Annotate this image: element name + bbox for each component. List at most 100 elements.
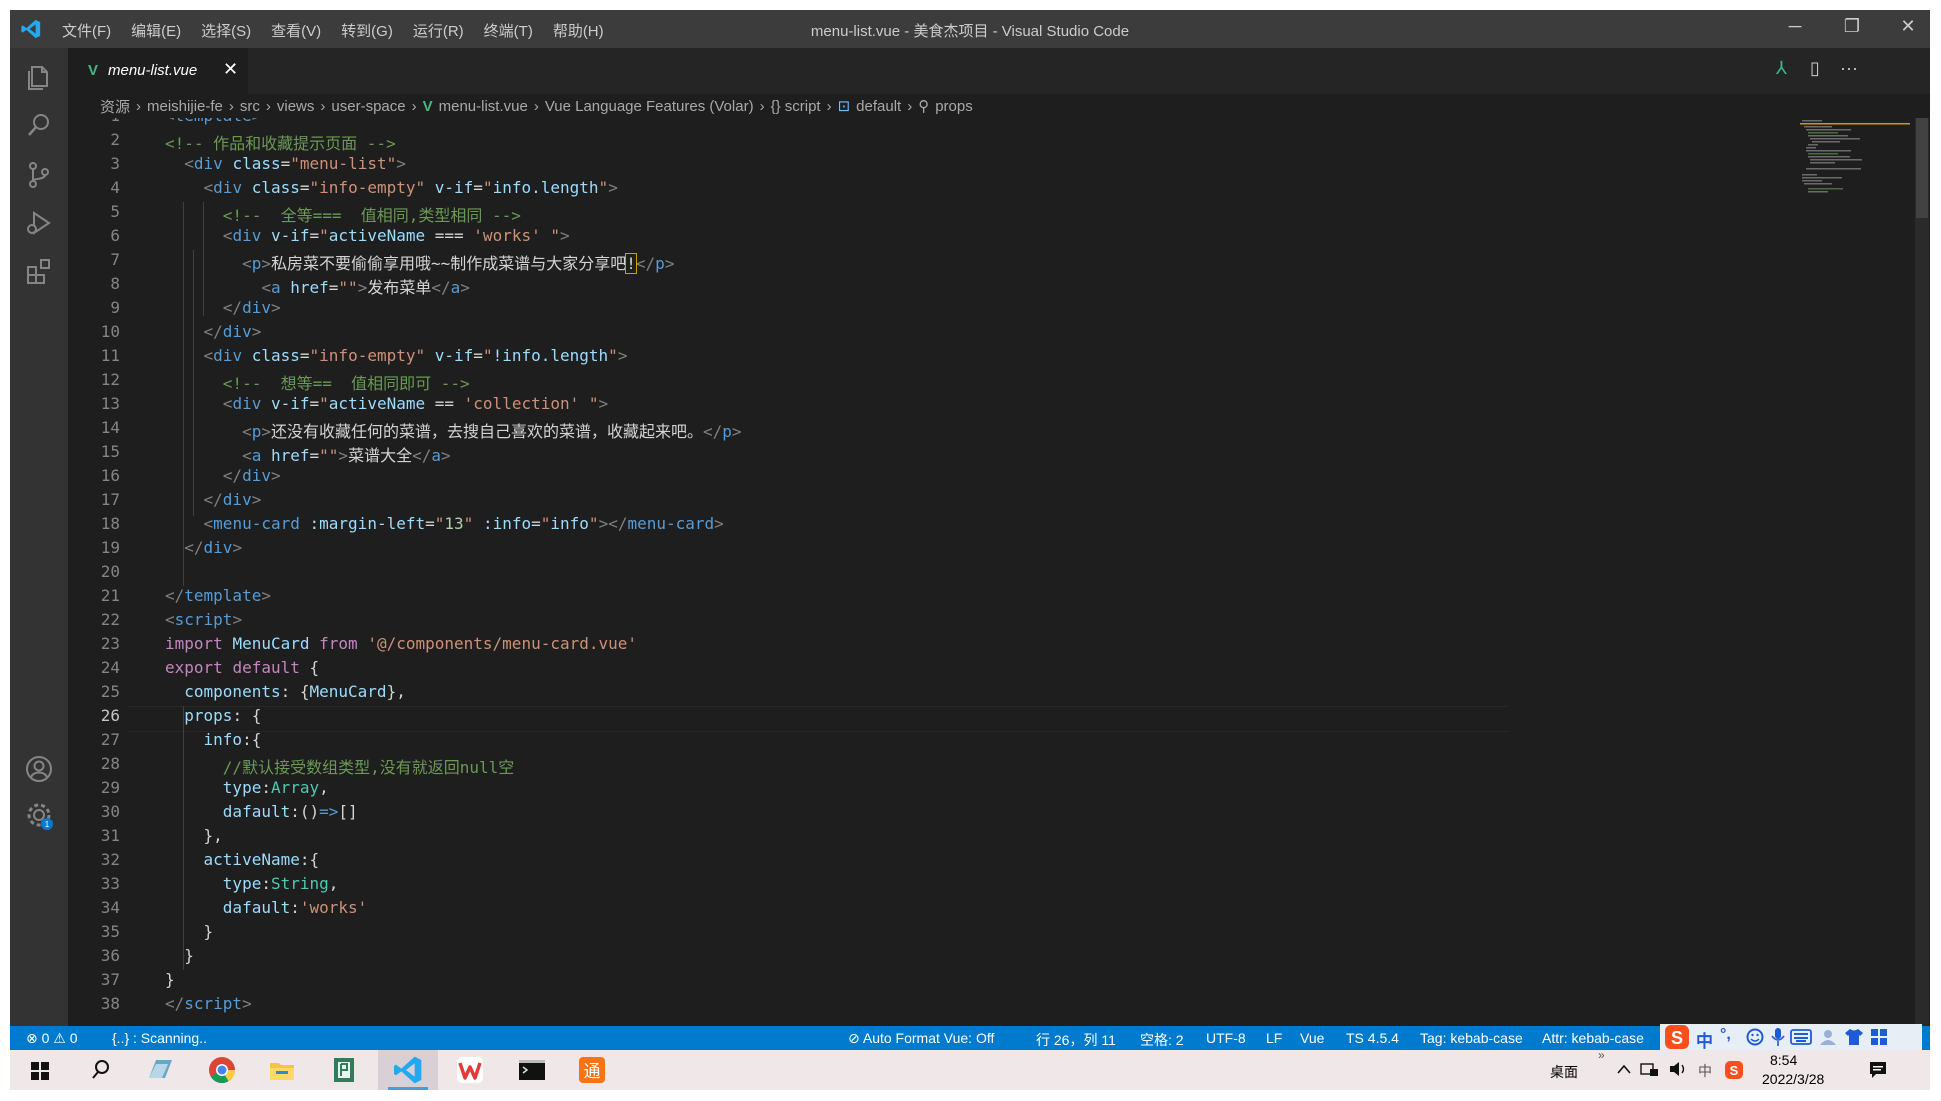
- ime-lang[interactable]: 中: [1696, 1027, 1713, 1052]
- account-icon[interactable]: [24, 754, 54, 784]
- code-line[interactable]: 12 <!-- 想等== 值相同即可 -->: [68, 370, 1508, 394]
- code-line[interactable]: 18 <menu-card :margin-left="13" :info="i…: [68, 514, 1508, 538]
- chrome-icon[interactable]: [206, 1054, 238, 1086]
- desktop-label[interactable]: 桌面: [1550, 1062, 1578, 1082]
- ime-punct[interactable]: °,: [1720, 1026, 1731, 1044]
- taskbar-search-icon[interactable]: [84, 1054, 116, 1086]
- code-line[interactable]: 13 <div v-if="activeName == 'collection'…: [68, 394, 1508, 418]
- code-line[interactable]: 33 type:String,: [68, 874, 1508, 898]
- code-line[interactable]: 31 },: [68, 826, 1508, 850]
- skin-shirt-icon[interactable]: [1844, 1028, 1864, 1046]
- file-explorer-icon[interactable]: [266, 1054, 298, 1086]
- source-control-icon[interactable]: [24, 160, 54, 190]
- code-line[interactable]: 22 <script>: [68, 610, 1508, 634]
- code-line[interactable]: 36 }: [68, 946, 1508, 970]
- volume-icon[interactable]: [1668, 1061, 1688, 1077]
- toolbox-grid-icon[interactable]: [1870, 1028, 1888, 1046]
- indent-spaces[interactable]: 空格: 2: [1140, 1030, 1184, 1050]
- breadcrumb-file[interactable]: menu-list.vue: [439, 98, 528, 115]
- code-line[interactable]: 21 </template>: [68, 586, 1508, 610]
- notification-icon[interactable]: [1868, 1060, 1888, 1080]
- windows-start-icon[interactable]: [24, 1054, 56, 1086]
- code-line[interactable]: 3 <div class="menu-list">: [68, 154, 1508, 178]
- cursor-position[interactable]: 行 26，列 11: [1036, 1030, 1116, 1050]
- tab-menu-list-vue[interactable]: V menu-list.vue ✕: [68, 48, 248, 94]
- breadcrumb-item[interactable]: user-space: [331, 98, 405, 115]
- code-line[interactable]: 27 info:{: [68, 730, 1508, 754]
- close-tab-icon[interactable]: ✕: [223, 59, 238, 80]
- sogou-logo-icon[interactable]: S: [1664, 1024, 1690, 1050]
- more-actions-icon[interactable]: ···: [1840, 58, 1858, 79]
- breadcrumb-script[interactable]: {} script: [771, 98, 821, 115]
- code-line[interactable]: 19 </div>: [68, 538, 1508, 562]
- code-line[interactable]: 29 type:Array,: [68, 778, 1508, 802]
- split-editor-icon[interactable]: ▯: [1810, 58, 1820, 79]
- notebook-app-icon[interactable]: [328, 1054, 360, 1086]
- microphone-icon[interactable]: [1770, 1027, 1786, 1047]
- input-lang-indicator[interactable]: 中: [1698, 1061, 1712, 1081]
- network-icon[interactable]: [1640, 1061, 1660, 1077]
- search-icon[interactable]: [24, 110, 54, 140]
- code-line[interactable]: 7 <p>私房菜不要偷偷享用哦~~制作成菜谱与大家分享吧!</p>: [68, 250, 1508, 274]
- code-line[interactable]: 6 <div v-if="activeName === 'works' ">: [68, 226, 1508, 250]
- user-icon[interactable]: [1818, 1028, 1838, 1046]
- code-line[interactable]: 24 export default {: [68, 658, 1508, 682]
- breadcrumb-item[interactable]: 资源: [100, 96, 130, 117]
- keyboard-icon[interactable]: [1790, 1029, 1812, 1045]
- vue-branch-icon[interactable]: ⅄: [1776, 58, 1787, 79]
- code-line[interactable]: 8 <a href="">发布菜单</a>: [68, 274, 1508, 298]
- settings-gear-icon[interactable]: 1: [24, 800, 54, 830]
- breadcrumb-item[interactable]: src: [240, 98, 260, 115]
- terminal-icon[interactable]: [516, 1054, 548, 1086]
- minimize-button[interactable]: ─: [1775, 16, 1815, 37]
- clock-date[interactable]: 2022/3/28: [1762, 1071, 1824, 1087]
- auto-format-toggle[interactable]: ⊘ Auto Format Vue: Off: [848, 1030, 994, 1047]
- code-line[interactable]: 2 <!-- 作品和收藏提示页面 -->: [68, 130, 1508, 154]
- code-line[interactable]: 25 components: {MenuCard},: [68, 682, 1508, 706]
- breadcrumb-volar[interactable]: Vue Language Features (Volar): [545, 98, 754, 115]
- wps-icon[interactable]: [454, 1054, 486, 1086]
- tag-case[interactable]: Tag: kebab-case: [1420, 1030, 1523, 1046]
- vertical-scrollbar[interactable]: [1915, 118, 1929, 1026]
- scanning-indicator[interactable]: {..} : Scanning..: [112, 1030, 207, 1046]
- code-line[interactable]: 34 dafault:'works': [68, 898, 1508, 922]
- code-line[interactable]: 20: [68, 562, 1508, 586]
- code-line[interactable]: 4 <div class="info-empty" v-if="info.len…: [68, 178, 1508, 202]
- restore-button[interactable]: ❐: [1832, 16, 1872, 37]
- code-line[interactable]: 5 <!-- 全等=== 值相同,类型相同 -->: [68, 202, 1508, 226]
- code-line[interactable]: 32 activeName:{: [68, 850, 1508, 874]
- code-line[interactable]: 23 import MenuCard from '@/components/men…: [68, 634, 1508, 658]
- close-window-button[interactable]: ✕: [1888, 16, 1928, 37]
- code-line[interactable]: 26 props: {: [68, 706, 1508, 730]
- minimap[interactable]: [1800, 118, 1910, 198]
- breadcrumb-item[interactable]: meishijie-fe: [147, 98, 223, 115]
- code-line[interactable]: 15 <a href="">菜谱大全</a>: [68, 442, 1508, 466]
- show-hidden-icons-chevron-icon[interactable]: [1616, 1062, 1632, 1076]
- clock-time[interactable]: 8:54: [1770, 1052, 1797, 1068]
- breadcrumb-default[interactable]: default: [856, 98, 901, 115]
- code-line[interactable]: 30 dafault:()=>[]: [68, 802, 1508, 826]
- code-line[interactable]: 38 </script>: [68, 994, 1508, 1018]
- encoding[interactable]: UTF-8: [1206, 1030, 1246, 1046]
- code-editor[interactable]: 1<template>2<!-- 作品和收藏提示页面 -->3 <div cla…: [68, 118, 1930, 1026]
- code-line[interactable]: 1 <template>: [68, 118, 1508, 130]
- code-line[interactable]: 16 </div>: [68, 466, 1508, 490]
- code-line[interactable]: 11 <div class="info-empty" v-if="!info.l…: [68, 346, 1508, 370]
- problems-indicator[interactable]: ⊗ 0 ⚠ 0: [26, 1030, 78, 1047]
- ts-version[interactable]: TS 4.5.4: [1346, 1030, 1399, 1046]
- extensions-icon[interactable]: [24, 256, 54, 286]
- code-line[interactable]: 9 </div>: [68, 298, 1508, 322]
- code-line[interactable]: 14 <p>还没有收藏任何的菜谱，去搜自己喜欢的菜谱，收藏起来吧。</p>: [68, 418, 1508, 442]
- emoji-icon[interactable]: [1746, 1028, 1764, 1046]
- language-mode[interactable]: Vue: [1300, 1030, 1324, 1046]
- breadcrumb-item[interactable]: views: [277, 98, 315, 115]
- sogou-tray-icon[interactable]: S: [1724, 1060, 1744, 1080]
- scrollbar-thumb[interactable]: [1916, 118, 1928, 218]
- code-line[interactable]: 37}: [68, 970, 1508, 994]
- code-line[interactable]: 28 //默认接受数组类型,没有就返回null空: [68, 754, 1508, 778]
- run-debug-icon[interactable]: [24, 208, 54, 238]
- explorer-icon[interactable]: [24, 62, 54, 92]
- code-line[interactable]: 35 }: [68, 922, 1508, 946]
- chevron-icon[interactable]: »: [1598, 1048, 1605, 1062]
- attr-case[interactable]: Attr: kebab-case: [1542, 1030, 1644, 1046]
